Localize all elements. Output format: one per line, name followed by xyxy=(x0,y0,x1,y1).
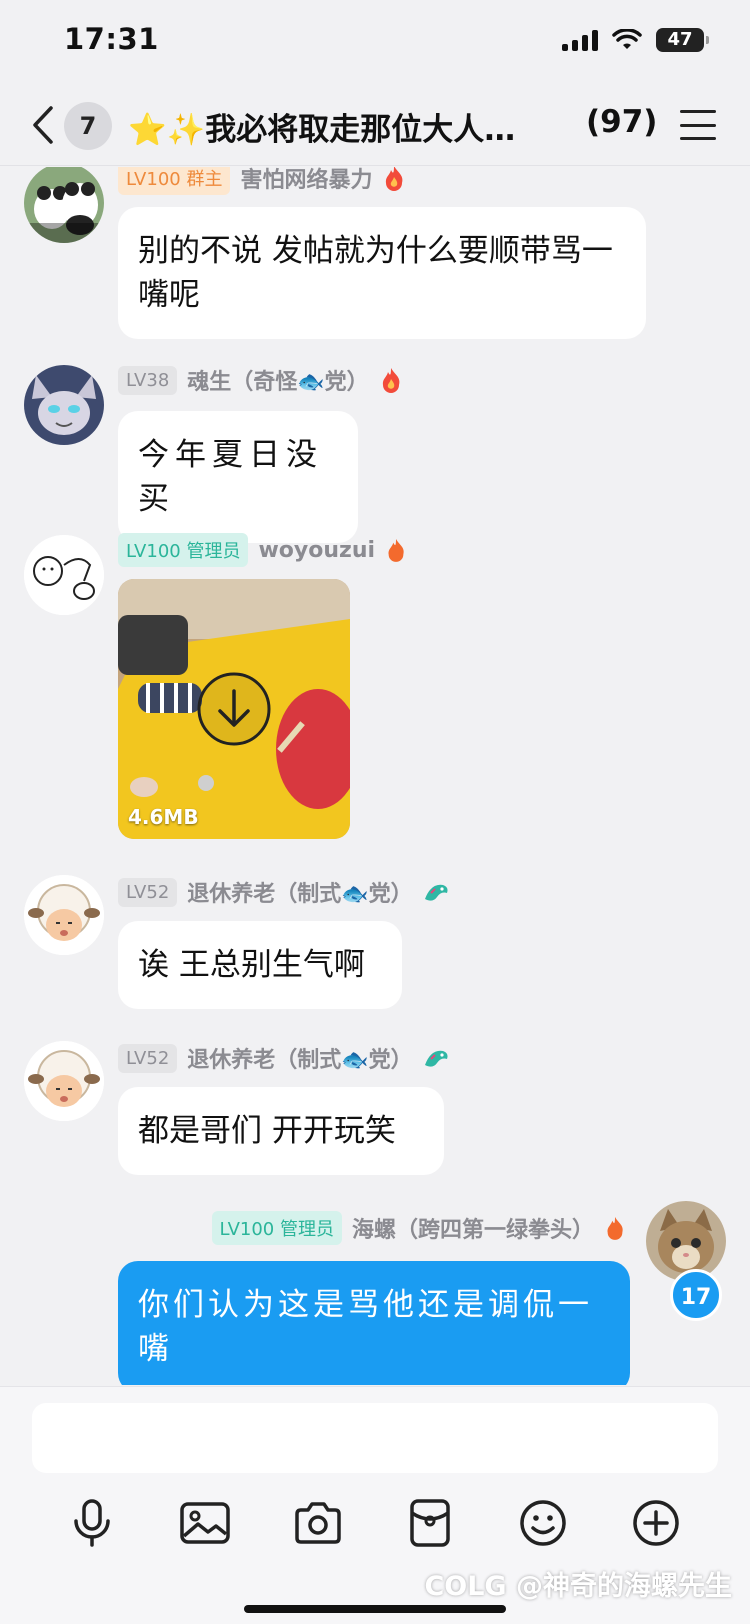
message-meta: LV100 管理员 woyouzui xyxy=(118,533,407,567)
chevron-left-icon xyxy=(33,106,53,144)
status-icons: 47 xyxy=(562,28,709,52)
sender-name[interactable]: 海螺（跨四第一绿拳头） xyxy=(352,1212,594,1244)
plus-circle-icon xyxy=(633,1500,679,1546)
level-badge: LV38 xyxy=(118,365,178,395)
level-badge: LV52 xyxy=(118,1043,178,1073)
home-indicator[interactable] xyxy=(244,1605,506,1613)
back-button[interactable] xyxy=(26,100,60,150)
fire-icon xyxy=(382,368,400,393)
fire-icon xyxy=(386,167,403,191)
fire-icon xyxy=(388,539,404,562)
avatar[interactable] xyxy=(24,167,104,243)
sender-name[interactable]: woyouzui xyxy=(258,538,375,563)
message-bubble[interactable]: 诶 王总别生气啊 xyxy=(118,921,402,1009)
message-meta: LV100 管理员 海螺（跨四第一绿拳头） xyxy=(211,1211,626,1245)
smiley-icon xyxy=(520,1500,566,1546)
unread-count-badge[interactable]: 17 xyxy=(670,1269,722,1321)
sheep-avatar-image xyxy=(24,1041,104,1121)
message-input[interactable] xyxy=(32,1403,718,1473)
cat-character-avatar-image xyxy=(24,365,104,445)
message-list[interactable]: LV100 群主 害怕网络暴力 别的不说 发帖就为什么要顺带骂一嘴呢 LV38 … xyxy=(0,167,750,1385)
avatar[interactable] xyxy=(24,535,104,615)
voice-button[interactable] xyxy=(62,1493,122,1553)
image-icon xyxy=(180,1502,230,1544)
member-count[interactable]: (97) xyxy=(586,104,657,140)
sheep-avatar-image xyxy=(24,875,104,955)
panda-avatar-image xyxy=(24,167,104,243)
fire-icon xyxy=(607,1217,623,1240)
chat-header: 7 ⭐✨我必将取走那位大人… (97) xyxy=(0,88,750,166)
red-packet-button[interactable] xyxy=(400,1493,460,1553)
avatar[interactable] xyxy=(24,365,104,445)
level-badge: LV100 管理员 xyxy=(118,533,249,567)
red-envelope-icon xyxy=(410,1499,450,1547)
message-bubble[interactable]: 都是哥们 开开玩笑 xyxy=(118,1087,444,1175)
emoji-button[interactable] xyxy=(513,1493,573,1553)
status-bar: 17:31 47 xyxy=(0,0,750,88)
watermark: COLG @神奇的海螺先生 xyxy=(424,1571,732,1602)
video-file-size: 4.6MB xyxy=(128,805,199,829)
cellular-signal-icon xyxy=(562,29,598,51)
chat-title[interactable]: ⭐✨我必将取走那位大人… xyxy=(128,104,628,149)
level-badge: LV100 管理员 xyxy=(211,1211,342,1245)
sender-name[interactable]: 害怕网络暴力 xyxy=(240,167,372,194)
status-time: 17:31 xyxy=(64,22,159,56)
sender-name[interactable]: 退休养老（制式🐟党） xyxy=(187,876,412,908)
input-toolbar xyxy=(0,1493,750,1573)
camera-button[interactable] xyxy=(288,1493,348,1553)
video-message[interactable]: 4.6MB xyxy=(118,579,350,839)
gallery-button[interactable] xyxy=(175,1493,235,1553)
sender-name[interactable]: 退休养老（制式🐟党） xyxy=(187,1042,412,1074)
message-bubble[interactable]: 别的不说 发帖就为什么要顺带骂一嘴呢 xyxy=(118,207,646,339)
level-badge: LV52 xyxy=(118,877,178,907)
avatar[interactable] xyxy=(646,1201,726,1281)
avatar[interactable] xyxy=(24,875,104,955)
dragon-badge-icon xyxy=(424,884,448,901)
more-button[interactable] xyxy=(626,1493,686,1553)
battery-icon: 47 xyxy=(656,28,709,52)
kitten-avatar-image xyxy=(646,1201,726,1281)
sender-name[interactable]: 魂生（奇怪🐟党） xyxy=(187,364,368,396)
message-bubble-own[interactable]: 你们认为这是骂他还是调侃一嘴 xyxy=(118,1261,630,1385)
avatar[interactable] xyxy=(24,1041,104,1121)
download-icon[interactable] xyxy=(196,671,272,747)
message-meta: LV38 魂生（奇怪🐟党） xyxy=(118,363,403,397)
wifi-icon xyxy=(612,29,642,49)
dragon-badge-icon xyxy=(424,1050,448,1067)
level-badge: LV100 群主 xyxy=(118,167,231,195)
message-meta: LV52 退休养老（制式🐟党） xyxy=(118,1041,451,1075)
message-bubble[interactable]: 今年夏日没买 xyxy=(118,411,358,543)
message-meta: LV52 退休养老（制式🐟党） xyxy=(118,875,451,909)
doodle-avatar-image xyxy=(24,535,104,615)
microphone-icon xyxy=(74,1499,110,1547)
menu-button[interactable] xyxy=(680,110,716,140)
camera-icon xyxy=(295,1502,341,1544)
message-meta: LV100 群主 害怕网络暴力 xyxy=(118,167,406,195)
unread-badge[interactable]: 7 xyxy=(64,102,112,150)
